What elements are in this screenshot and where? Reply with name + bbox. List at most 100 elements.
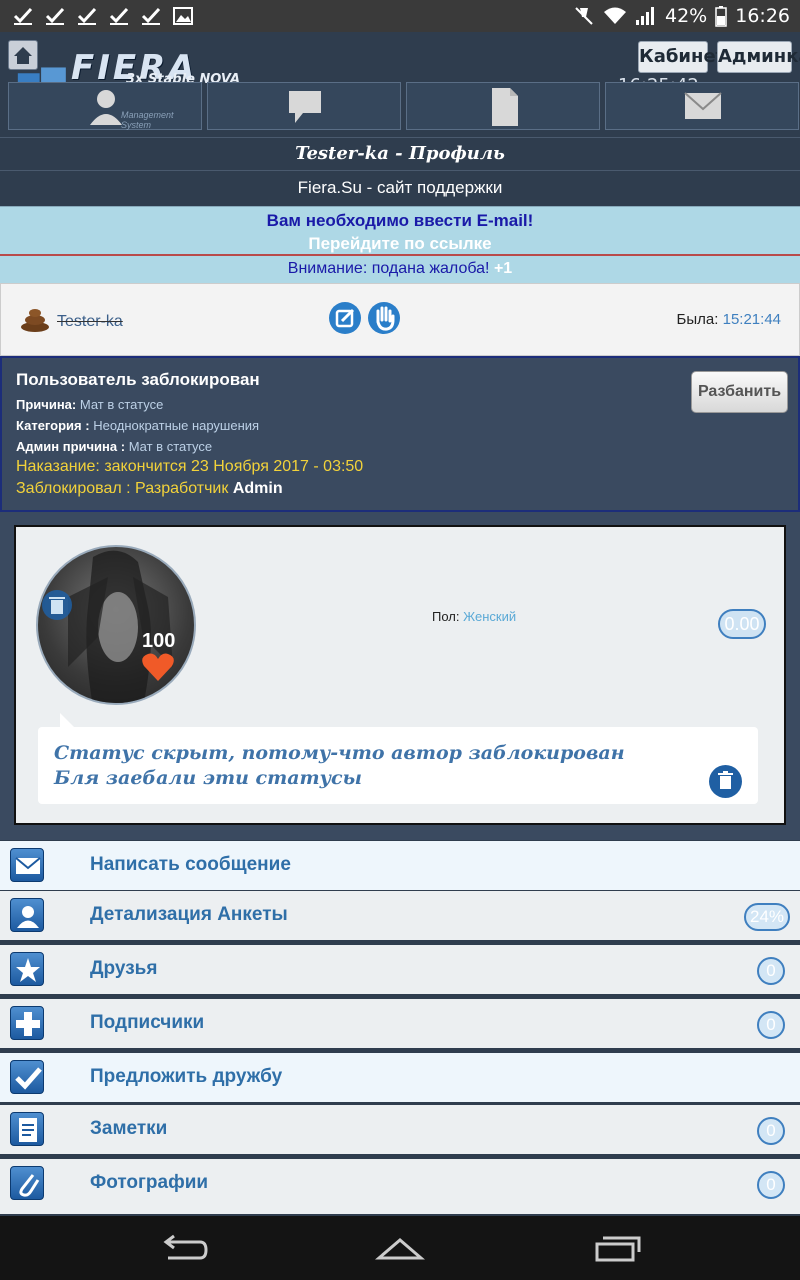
status-text: Статус скрыт, потому-что автор заблокиро… <box>54 741 625 791</box>
user-bar: Tester-ka Была: 15:21:44 <box>0 283 800 356</box>
menu-item-write-message[interactable]: Написать сообщение <box>0 840 800 890</box>
gender-value: Женский <box>463 609 517 624</box>
email-notice: Вам необходимо ввести E-mail! Перейдите … <box>0 206 800 256</box>
logo-system-label: Management System <box>121 110 174 130</box>
unban-button[interactable]: Разбанить <box>691 371 788 413</box>
admin-button[interactable]: Админка <box>717 41 800 73</box>
menu-label: Детализация Анкеты <box>90 904 288 925</box>
profile-card: 100 Пол: Женский 0.00 Статус скрыт, пото… <box>14 525 786 825</box>
ban-title: Пользователь заблокирован <box>16 370 260 389</box>
menu-label: Написать сообщение <box>90 854 291 875</box>
mail-icon <box>684 92 722 119</box>
image-notification-icon <box>173 7 193 25</box>
heart-icon[interactable] <box>141 652 175 682</box>
checkmark-notification-icon <box>13 7 33 25</box>
ban-reason-label: Причина: <box>16 397 77 412</box>
app-header: FIERA 3x Stable NOVA Кабинет Админка 16:… <box>0 32 800 137</box>
ban-blocked-by-name[interactable]: Admin <box>233 480 283 497</box>
last-seen-label: Была: <box>676 311 719 328</box>
delete-status-button[interactable] <box>709 765 742 798</box>
back-icon[interactable] <box>160 1232 210 1264</box>
home-nav-icon[interactable] <box>375 1232 425 1264</box>
complaint-text: Внимание: подана жалоба! <box>287 260 490 277</box>
status-line-2: Бля заебали эти статусы <box>54 767 362 789</box>
wifi-icon <box>604 7 626 24</box>
home-button[interactable] <box>8 40 38 70</box>
menu-label: Заметки <box>90 1118 168 1139</box>
hand-icon <box>376 306 395 331</box>
menu-badge: 0 <box>757 1171 785 1199</box>
profile-section: 100 Пол: Женский 0.00 Статус скрыт, пото… <box>0 512 800 840</box>
battery-percent: 42% <box>665 5 708 27</box>
menu-label: Фотографии <box>90 1172 209 1193</box>
edit-icon <box>335 308 355 328</box>
checkmark-icon <box>10 1060 44 1094</box>
ban-admin-reason-label: Админ причина : <box>16 439 126 454</box>
android-nav-bar <box>0 1216 800 1280</box>
ban-reason: Причина: Мат в статусе <box>16 397 163 412</box>
signal-icon <box>636 7 654 25</box>
status-bubble: Статус скрыт, потому-что автор заблокиро… <box>38 713 758 804</box>
menu-badge: 0 <box>757 1011 785 1039</box>
edit-button[interactable] <box>329 302 361 334</box>
menu-badge: 0 <box>757 957 785 985</box>
checkmark-notification-icon <box>45 7 65 25</box>
email-link[interactable]: Перейдите по ссылке <box>0 232 800 255</box>
last-seen-time: 15:21:44 <box>722 311 781 328</box>
ban-admin-reason: Админ причина : Мат в статусе <box>16 439 212 454</box>
document-icon <box>492 88 518 126</box>
status-bar-right: 42% 16:26 <box>573 0 790 32</box>
plus-icon <box>10 1006 44 1040</box>
gender-label: Пол: <box>432 609 460 624</box>
menu-label: Друзья <box>90 958 158 979</box>
hand-stop-button[interactable] <box>368 302 400 334</box>
likes-count: 100 <box>142 630 176 652</box>
menu-item-friends[interactable]: Друзья 0 <box>0 944 800 994</box>
menu-item-photos[interactable]: Фотографии 0 <box>0 1158 800 1214</box>
ban-blocked-by: Заблокировал : Разработчик Admin <box>16 480 283 498</box>
ban-punishment: Наказание: закончится 23 Ноября 2017 - 0… <box>16 458 364 475</box>
ban-admin-reason-value: Мат в статусе <box>128 439 213 454</box>
menu-item-subscribers[interactable]: Подписчики 0 <box>0 998 800 1048</box>
home-icon <box>14 47 32 64</box>
user-icon <box>90 90 122 125</box>
page-subtitle: Fiera.Su - сайт поддержки <box>0 170 800 206</box>
menu-item-offer-friendship[interactable]: Предложить дружбу <box>0 1052 800 1102</box>
ban-category-label: Категория : <box>16 418 90 433</box>
email-required-text: Вам необходимо ввести E-mail! <box>266 211 534 230</box>
checkmark-notification-icon <box>141 7 161 25</box>
avatar-delete-icon[interactable] <box>41 589 73 621</box>
nav-mail-button[interactable] <box>605 82 799 130</box>
cabinet-button[interactable]: Кабинет <box>638 41 726 73</box>
paperclip-icon <box>10 1166 44 1200</box>
username-link[interactable]: Tester-ka <box>57 313 123 331</box>
checkmark-notification-icon <box>109 7 129 25</box>
battery-icon <box>715 6 727 27</box>
menu-item-profile-details[interactable]: Детализация Анкеты 24% <box>0 890 800 940</box>
menu-label: Предложить дружбу <box>90 1066 283 1087</box>
recents-icon[interactable] <box>593 1232 643 1264</box>
nav-document-button[interactable] <box>406 82 600 130</box>
chat-icon <box>289 91 321 123</box>
menu-label: Подписчики <box>90 1012 205 1033</box>
nav-chat-button[interactable] <box>207 82 401 130</box>
last-seen: Была: 15:21:44 <box>677 311 781 328</box>
menu-badge: 24% <box>744 903 791 931</box>
star-icon <box>10 952 44 986</box>
envelope-icon <box>10 848 44 882</box>
menu-item-notes[interactable]: Заметки 0 <box>0 1104 800 1154</box>
balance-badge[interactable]: 0.00 <box>718 609 766 639</box>
ban-info-panel: Пользователь заблокирован Причина: Мат в… <box>0 356 800 512</box>
android-status-bar: 42% 16:26 <box>0 0 800 32</box>
status-time: 16:26 <box>735 5 790 27</box>
nav-profile-button[interactable]: Management System <box>8 82 202 130</box>
ban-blocked-by-text: Заблокировал : Разработчик <box>16 480 229 497</box>
mute-icon <box>575 7 593 25</box>
status-line-1: Статус скрыт, потому-что автор заблокиро… <box>54 742 625 764</box>
menu-badge: 0 <box>757 1117 785 1145</box>
ban-category-value: Неоднократные нарушения <box>93 418 260 433</box>
complaint-notice[interactable]: Внимание: подана жалоба! +1 <box>0 256 800 283</box>
page-title: Tester-ka - Профиль <box>0 137 800 170</box>
gender: Пол: Женский <box>432 609 516 624</box>
checkmark-notification-icon <box>77 7 97 25</box>
